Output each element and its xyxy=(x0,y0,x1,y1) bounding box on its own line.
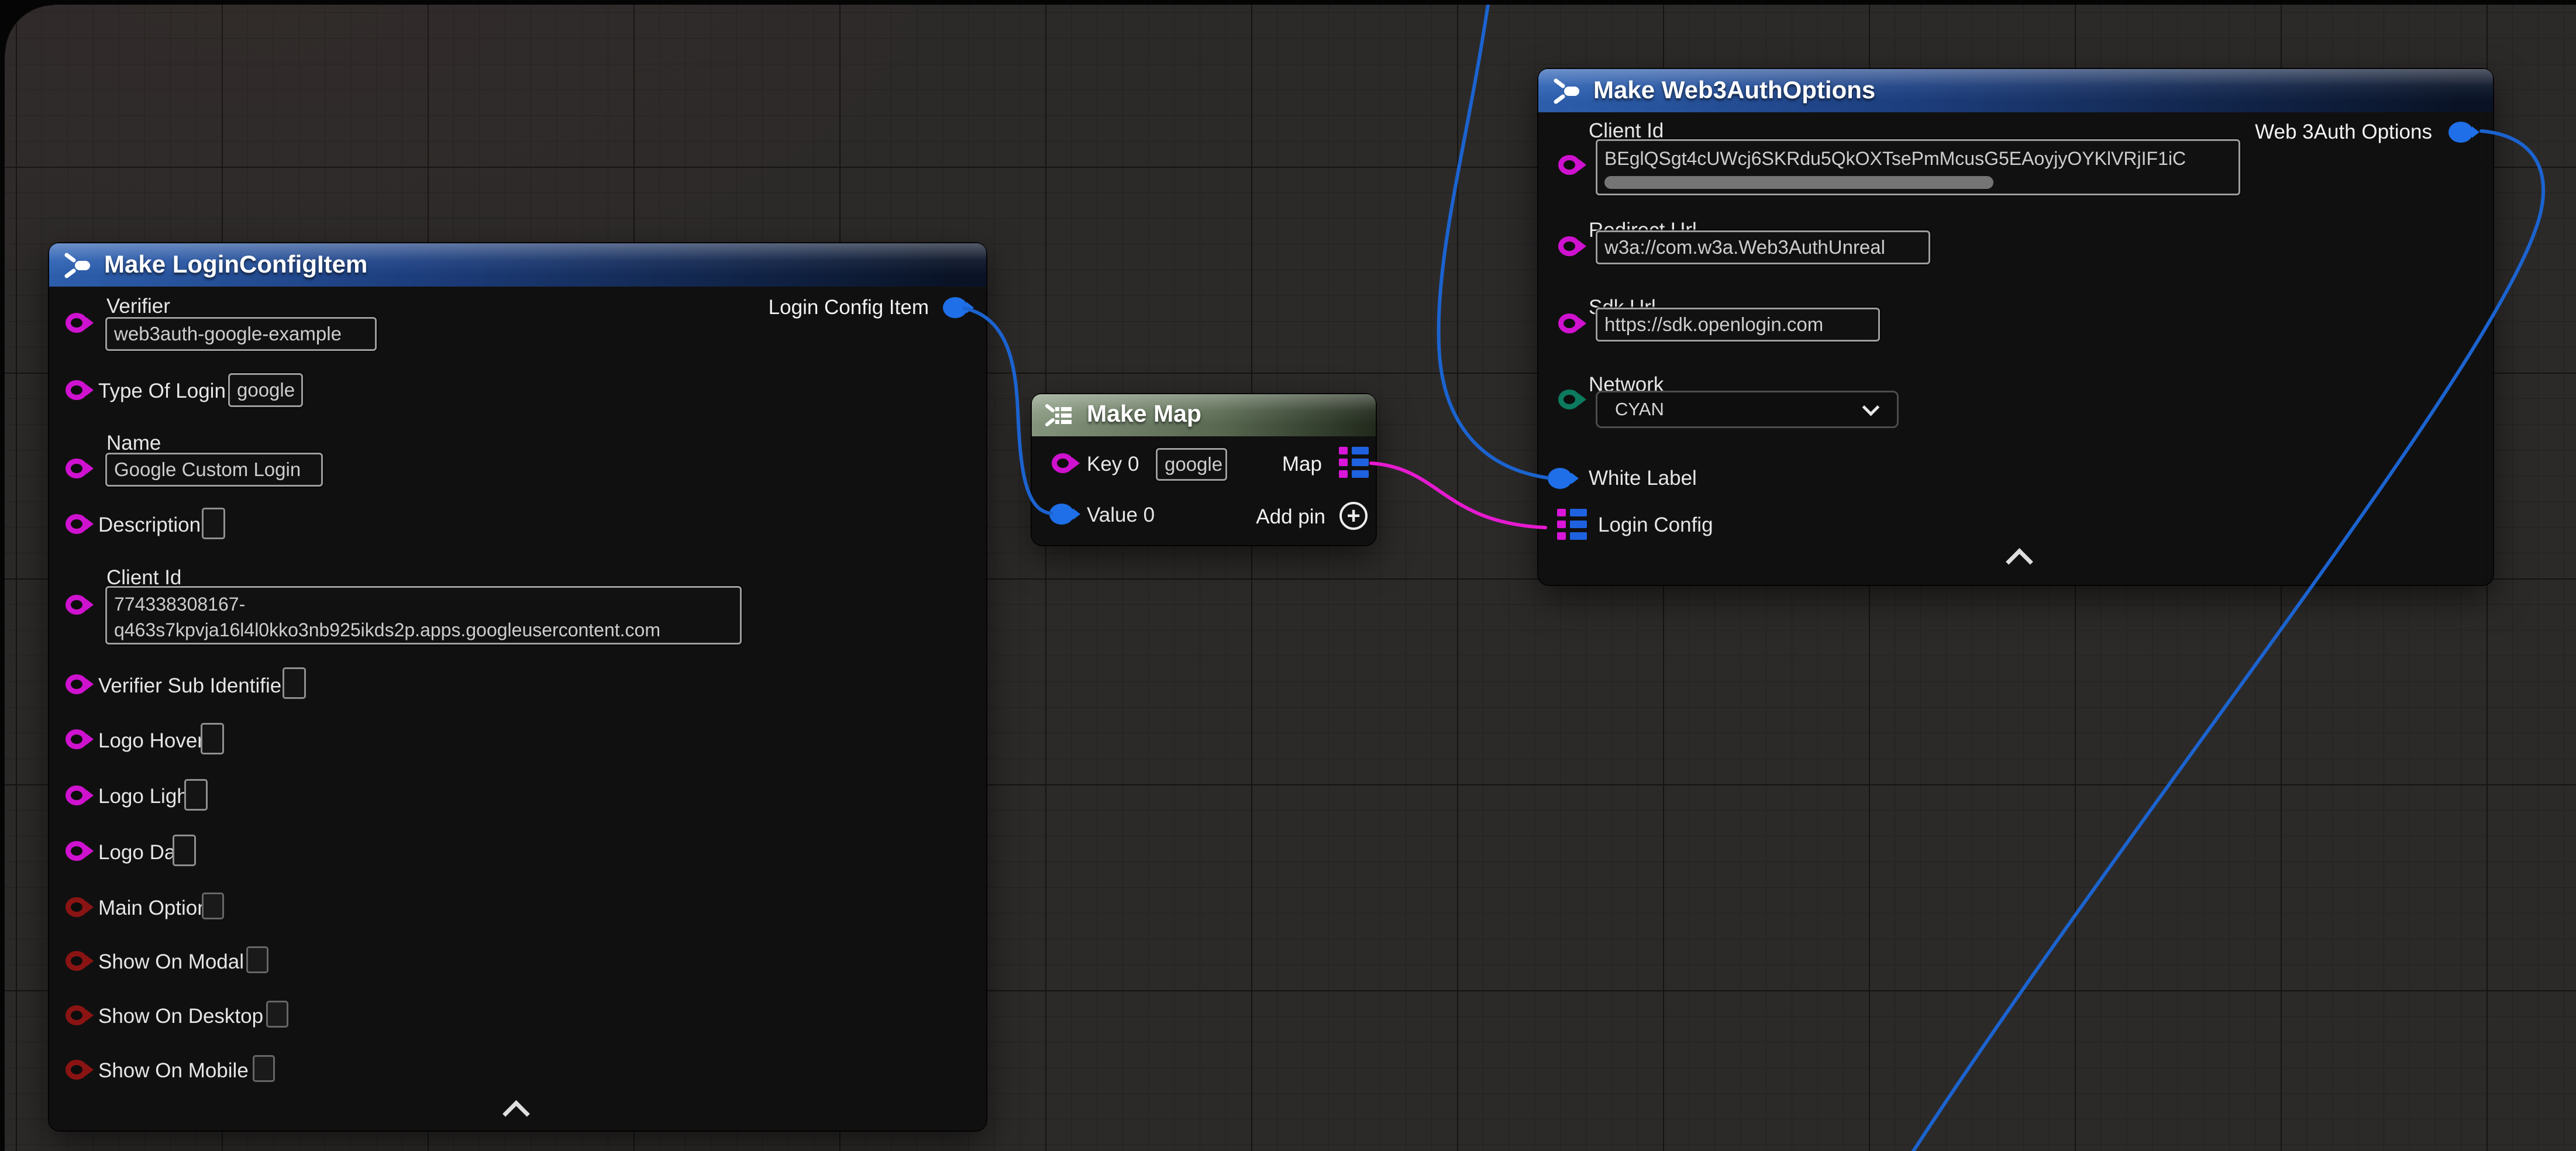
main-option-checkbox[interactable] xyxy=(202,892,224,919)
node-make-loginconfigitem[interactable]: Make LoginConfigItem Login Config Item V… xyxy=(49,243,986,1131)
output-pin-login-config-item[interactable] xyxy=(943,297,967,318)
pin-label-main-option: Main Option xyxy=(98,897,209,920)
show-on-mobile-checkbox[interactable] xyxy=(253,1055,275,1082)
pin-verifier[interactable] xyxy=(66,313,88,333)
pin-label-description: Description xyxy=(98,514,201,537)
verifier-sub-identifier-input[interactable] xyxy=(283,667,306,699)
pin-sdk-url[interactable] xyxy=(1558,313,1580,333)
pin-label-type-of-login: Type Of Login xyxy=(98,380,226,403)
pin-label-white-label: White Label xyxy=(1589,467,1697,490)
pin-key-0[interactable] xyxy=(1052,453,1074,473)
wire-offscreen-to-whitelabel[interactable] xyxy=(1439,0,1548,478)
verifier-input[interactable]: web3auth-google-example xyxy=(105,317,377,351)
graph-panel-top-edge xyxy=(0,0,2576,5)
pin-redirect-url[interactable] xyxy=(1558,236,1580,256)
pin-verifier-sub-identifier[interactable] xyxy=(66,674,88,694)
pin-client-id[interactable] xyxy=(1558,155,1580,175)
node-header[interactable]: Make Map xyxy=(1032,394,1376,436)
pin-logo-hover[interactable] xyxy=(66,729,88,749)
client-id-horizontal-scrollbar[interactable] xyxy=(1604,176,1993,189)
blueprint-graph-canvas[interactable]: Make LoginConfigItem Login Config Item V… xyxy=(0,0,2576,1151)
pin-description[interactable] xyxy=(66,514,88,534)
pin-logo-dark[interactable] xyxy=(66,841,88,861)
collapse-node-chevron[interactable] xyxy=(2006,548,2033,576)
logo-light-input[interactable] xyxy=(184,779,208,811)
pin-label-verifier: Verifier xyxy=(106,295,170,318)
pin-label-login-config: Login Config xyxy=(1598,514,1713,537)
node-title: Make Web3AuthOptions xyxy=(1593,76,1875,104)
add-pin-button[interactable] xyxy=(1339,502,1368,530)
pin-client-id[interactable] xyxy=(66,595,88,615)
output-pin-map[interactable] xyxy=(1339,447,1369,478)
pin-label-value-0: Value 0 xyxy=(1087,504,1155,527)
pin-label-logo-hover: Logo Hover xyxy=(98,729,204,753)
show-on-desktop-checkbox[interactable] xyxy=(266,1001,288,1028)
sdk-url-input[interactable]: https://sdk.openlogin.com xyxy=(1596,308,1880,342)
logo-hover-input[interactable] xyxy=(201,723,224,754)
chevron-down-icon xyxy=(1862,399,1880,416)
node-make-map[interactable]: Make Map Key 0 google Map Value 0 Add pi… xyxy=(1032,394,1376,545)
show-on-modal-checkbox[interactable] xyxy=(246,946,268,973)
pin-label-verifier-sub-identifier: Verifier Sub Identifier xyxy=(98,674,288,698)
add-pin-label: Add pin xyxy=(1256,505,1325,529)
pin-logo-light[interactable] xyxy=(66,785,88,805)
graph-panel-corner xyxy=(0,0,54,54)
pin-label-key-0: Key 0 xyxy=(1087,453,1139,476)
pin-label-show-on-modal: Show On Modal xyxy=(98,950,244,974)
node-title: Make Map xyxy=(1087,400,1201,428)
type-of-login-input[interactable]: google xyxy=(228,373,303,407)
logo-dark-input[interactable] xyxy=(173,835,196,866)
client-id-input[interactable]: 774338308167- q463s7kpvja16l4l0kko3nb925… xyxy=(105,586,742,645)
output-pin-label: Login Config Item xyxy=(769,296,929,319)
pin-label-show-on-mobile: Show On Mobile xyxy=(98,1059,249,1083)
pin-show-on-desktop[interactable] xyxy=(66,1005,88,1025)
output-pin-web3auth-options[interactable] xyxy=(2448,122,2473,143)
pin-login-config[interactable] xyxy=(1557,509,1587,540)
pin-value-0[interactable] xyxy=(1049,504,1074,525)
make-struct-icon xyxy=(62,250,92,281)
pin-network[interactable] xyxy=(1558,390,1580,409)
pin-main-option[interactable] xyxy=(66,897,88,917)
redirect-url-input[interactable]: w3a://com.w3a.Web3AuthUnreal xyxy=(1596,230,1930,264)
pin-show-on-modal[interactable] xyxy=(66,951,88,971)
node-header[interactable]: Make Web3AuthOptions xyxy=(1538,69,2493,112)
node-title: Make LoginConfigItem xyxy=(104,250,367,278)
pin-type-of-login[interactable] xyxy=(66,380,88,400)
output-pin-label-map: Map xyxy=(1282,453,1322,476)
key-0-input[interactable]: google xyxy=(1156,448,1227,481)
make-map-icon xyxy=(1044,400,1074,430)
output-pin-label: Web 3Auth Options xyxy=(2255,120,2432,144)
pin-label-logo-light: Logo Light xyxy=(98,785,194,808)
graph-panel-left-edge xyxy=(0,0,5,1151)
pin-label-show-on-desktop: Show On Desktop xyxy=(98,1005,263,1028)
node-header[interactable]: Make LoginConfigItem xyxy=(49,243,986,287)
client-id-input[interactable]: BEglQSgt4cUWcj6SKRdu5QkOXTsePmMcusG5EAoy… xyxy=(1596,139,2240,195)
make-struct-icon xyxy=(1551,76,1582,106)
collapse-node-chevron[interactable] xyxy=(502,1100,530,1128)
pin-show-on-mobile[interactable] xyxy=(66,1060,88,1080)
name-input[interactable]: Google Custom Login xyxy=(105,453,323,487)
pin-white-label[interactable] xyxy=(1548,468,1572,489)
wire-map-to-loginconfig[interactable] xyxy=(1371,463,1545,528)
description-input[interactable] xyxy=(202,508,225,539)
pin-name[interactable] xyxy=(66,459,88,478)
network-dropdown[interactable]: CYAN xyxy=(1596,391,1899,428)
pin-label-name: Name xyxy=(106,432,161,455)
node-make-web3authoptions[interactable]: Make Web3AuthOptions Web 3Auth Options C… xyxy=(1538,69,2493,585)
